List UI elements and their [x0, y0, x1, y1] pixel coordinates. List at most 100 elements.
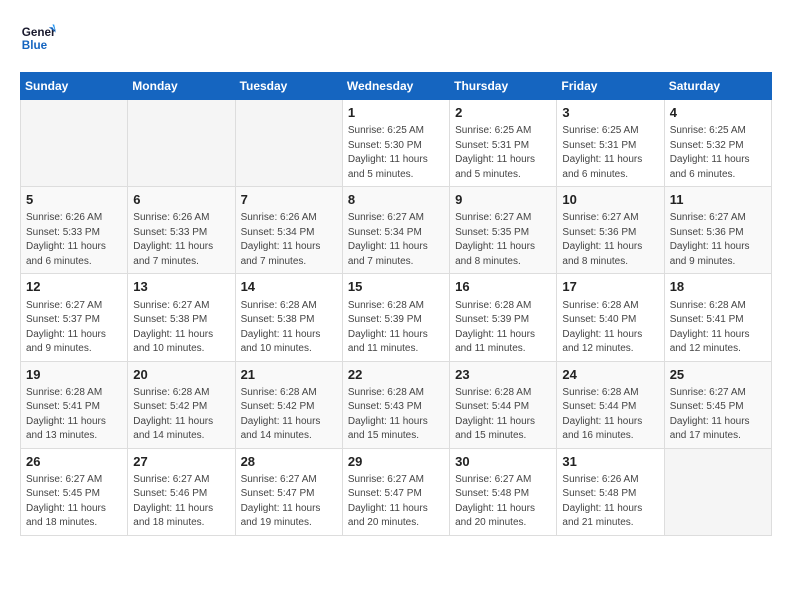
calendar-week-4: 19 Sunrise: 6:28 AM Sunset: 5:41 PM Dayli…: [21, 361, 772, 448]
day-number: 17: [562, 278, 658, 296]
calendar-cell: [664, 448, 771, 535]
day-number: 25: [670, 366, 766, 384]
day-info: Sunrise: 6:27 AM Sunset: 5:34 PM Dayligh…: [348, 211, 444, 269]
day-number: 16: [455, 278, 551, 296]
logo-icon: General Blue: [20, 20, 56, 56]
calendar-week-3: 12 Sunrise: 6:27 AM Sunset: 5:37 PM Dayli…: [21, 274, 772, 361]
day-number: 18: [670, 278, 766, 296]
day-info: Sunrise: 6:27 AM Sunset: 5:45 PM Dayligh…: [670, 386, 766, 444]
calendar-cell: [128, 100, 235, 187]
day-number: 28: [241, 453, 337, 471]
day-info: Sunrise: 6:25 AM Sunset: 5:32 PM Dayligh…: [670, 124, 766, 182]
calendar-cell: 12 Sunrise: 6:27 AM Sunset: 5:37 PM Dayli…: [21, 274, 128, 361]
weekday-header-friday: Friday: [557, 73, 664, 100]
day-number: 29: [348, 453, 444, 471]
day-info: Sunrise: 6:27 AM Sunset: 5:45 PM Dayligh…: [26, 473, 122, 531]
day-info: Sunrise: 6:26 AM Sunset: 5:33 PM Dayligh…: [26, 211, 122, 269]
calendar-cell: 28 Sunrise: 6:27 AM Sunset: 5:47 PM Dayli…: [235, 448, 342, 535]
calendar-table: SundayMondayTuesdayWednesdayThursdayFrid…: [20, 72, 772, 536]
day-number: 14: [241, 278, 337, 296]
calendar-cell: 27 Sunrise: 6:27 AM Sunset: 5:46 PM Dayli…: [128, 448, 235, 535]
day-info: Sunrise: 6:27 AM Sunset: 5:38 PM Dayligh…: [133, 299, 229, 357]
day-number: 9: [455, 191, 551, 209]
day-number: 31: [562, 453, 658, 471]
calendar-cell: 16 Sunrise: 6:28 AM Sunset: 5:39 PM Dayli…: [450, 274, 557, 361]
calendar-cell: 18 Sunrise: 6:28 AM Sunset: 5:41 PM Dayli…: [664, 274, 771, 361]
calendar-cell: 13 Sunrise: 6:27 AM Sunset: 5:38 PM Dayli…: [128, 274, 235, 361]
day-number: 23: [455, 366, 551, 384]
calendar-cell: 24Sunrise: 6:28 AM Sunset: 5:44 PM Dayli…: [557, 361, 664, 448]
calendar-cell: 4 Sunrise: 6:25 AM Sunset: 5:32 PM Daylig…: [664, 100, 771, 187]
day-info: Sunrise: 6:28 AM Sunset: 5:44 PM Dayligh…: [562, 386, 658, 444]
day-info: Sunrise: 6:27 AM Sunset: 5:36 PM Dayligh…: [562, 211, 658, 269]
day-number: 4: [670, 104, 766, 122]
calendar-cell: 31 Sunrise: 6:26 AM Sunset: 5:48 PM Dayli…: [557, 448, 664, 535]
calendar-cell: 22 Sunrise: 6:28 AM Sunset: 5:43 PM Dayli…: [342, 361, 449, 448]
day-info: Sunrise: 6:25 AM Sunset: 5:31 PM Dayligh…: [455, 124, 551, 182]
calendar-cell: 6Sunrise: 6:26 AM Sunset: 5:33 PM Daylig…: [128, 187, 235, 274]
calendar-cell: 10 Sunrise: 6:27 AM Sunset: 5:36 PM Dayli…: [557, 187, 664, 274]
day-info: Sunrise: 6:27 AM Sunset: 5:47 PM Dayligh…: [348, 473, 444, 531]
day-info: Sunrise: 6:28 AM Sunset: 5:40 PM Dayligh…: [562, 299, 658, 357]
calendar-cell: [235, 100, 342, 187]
weekday-header-tuesday: Tuesday: [235, 73, 342, 100]
day-number: 27: [133, 453, 229, 471]
day-number: 21: [241, 366, 337, 384]
day-info: Sunrise: 6:28 AM Sunset: 5:39 PM Dayligh…: [455, 299, 551, 357]
day-number: 13: [133, 278, 229, 296]
svg-text:Blue: Blue: [22, 39, 48, 52]
calendar-cell: 11 Sunrise: 6:27 AM Sunset: 5:36 PM Dayli…: [664, 187, 771, 274]
day-number: 5: [26, 191, 122, 209]
day-number: 7: [241, 191, 337, 209]
day-number: 22: [348, 366, 444, 384]
day-number: 12: [26, 278, 122, 296]
calendar-cell: [21, 100, 128, 187]
day-info: Sunrise: 6:28 AM Sunset: 5:38 PM Dayligh…: [241, 299, 337, 357]
calendar-cell: 26 Sunrise: 6:27 AM Sunset: 5:45 PM Dayli…: [21, 448, 128, 535]
day-info: Sunrise: 6:28 AM Sunset: 5:44 PM Dayligh…: [455, 386, 551, 444]
day-info: Sunrise: 6:27 AM Sunset: 5:37 PM Dayligh…: [26, 299, 122, 357]
calendar-cell: 23 Sunrise: 6:28 AM Sunset: 5:44 PM Dayli…: [450, 361, 557, 448]
calendar-week-2: 5 Sunrise: 6:26 AM Sunset: 5:33 PM Daylig…: [21, 187, 772, 274]
day-info: Sunrise: 6:26 AM Sunset: 5:48 PM Dayligh…: [562, 473, 658, 531]
day-info: Sunrise: 6:25 AM Sunset: 5:31 PM Dayligh…: [562, 124, 658, 182]
day-info: Sunrise: 6:27 AM Sunset: 5:36 PM Dayligh…: [670, 211, 766, 269]
calendar-cell: 15Sunrise: 6:28 AM Sunset: 5:39 PM Dayli…: [342, 274, 449, 361]
calendar-cell: 2 Sunrise: 6:25 AM Sunset: 5:31 PM Daylig…: [450, 100, 557, 187]
day-number: 11: [670, 191, 766, 209]
day-info: Sunrise: 6:26 AM Sunset: 5:34 PM Dayligh…: [241, 211, 337, 269]
day-number: 1: [348, 104, 444, 122]
day-info: Sunrise: 6:27 AM Sunset: 5:46 PM Dayligh…: [133, 473, 229, 531]
weekday-header-saturday: Saturday: [664, 73, 771, 100]
calendar-cell: 21Sunrise: 6:28 AM Sunset: 5:42 PM Dayli…: [235, 361, 342, 448]
calendar-cell: 9 Sunrise: 6:27 AM Sunset: 5:35 PM Daylig…: [450, 187, 557, 274]
day-number: 3: [562, 104, 658, 122]
weekday-header-sunday: Sunday: [21, 73, 128, 100]
day-number: 2: [455, 104, 551, 122]
calendar-header-row: SundayMondayTuesdayWednesdayThursdayFrid…: [21, 73, 772, 100]
day-info: Sunrise: 6:28 AM Sunset: 5:43 PM Dayligh…: [348, 386, 444, 444]
calendar-cell: 17 Sunrise: 6:28 AM Sunset: 5:40 PM Dayli…: [557, 274, 664, 361]
calendar-cell: 20Sunrise: 6:28 AM Sunset: 5:42 PM Dayli…: [128, 361, 235, 448]
day-number: 30: [455, 453, 551, 471]
day-info: Sunrise: 6:26 AM Sunset: 5:33 PM Dayligh…: [133, 211, 229, 269]
calendar-cell: 8 Sunrise: 6:27 AM Sunset: 5:34 PM Daylig…: [342, 187, 449, 274]
weekday-header-thursday: Thursday: [450, 73, 557, 100]
day-info: Sunrise: 6:28 AM Sunset: 5:42 PM Dayligh…: [133, 386, 229, 444]
day-info: Sunrise: 6:28 AM Sunset: 5:41 PM Dayligh…: [670, 299, 766, 357]
calendar-cell: 25 Sunrise: 6:27 AM Sunset: 5:45 PM Dayli…: [664, 361, 771, 448]
calendar-week-1: 1Sunrise: 6:25 AM Sunset: 5:30 PM Daylig…: [21, 100, 772, 187]
calendar-cell: 1Sunrise: 6:25 AM Sunset: 5:30 PM Daylig…: [342, 100, 449, 187]
day-number: 8: [348, 191, 444, 209]
day-info: Sunrise: 6:27 AM Sunset: 5:47 PM Dayligh…: [241, 473, 337, 531]
day-info: Sunrise: 6:27 AM Sunset: 5:35 PM Dayligh…: [455, 211, 551, 269]
day-number: 19: [26, 366, 122, 384]
logo: General Blue: [20, 20, 60, 56]
weekday-header-monday: Monday: [128, 73, 235, 100]
calendar-cell: 19 Sunrise: 6:28 AM Sunset: 5:41 PM Dayli…: [21, 361, 128, 448]
day-number: 26: [26, 453, 122, 471]
page-header: General Blue: [20, 20, 772, 56]
day-info: Sunrise: 6:28 AM Sunset: 5:41 PM Dayligh…: [26, 386, 122, 444]
calendar-cell: 14 Sunrise: 6:28 AM Sunset: 5:38 PM Dayli…: [235, 274, 342, 361]
day-number: 10: [562, 191, 658, 209]
